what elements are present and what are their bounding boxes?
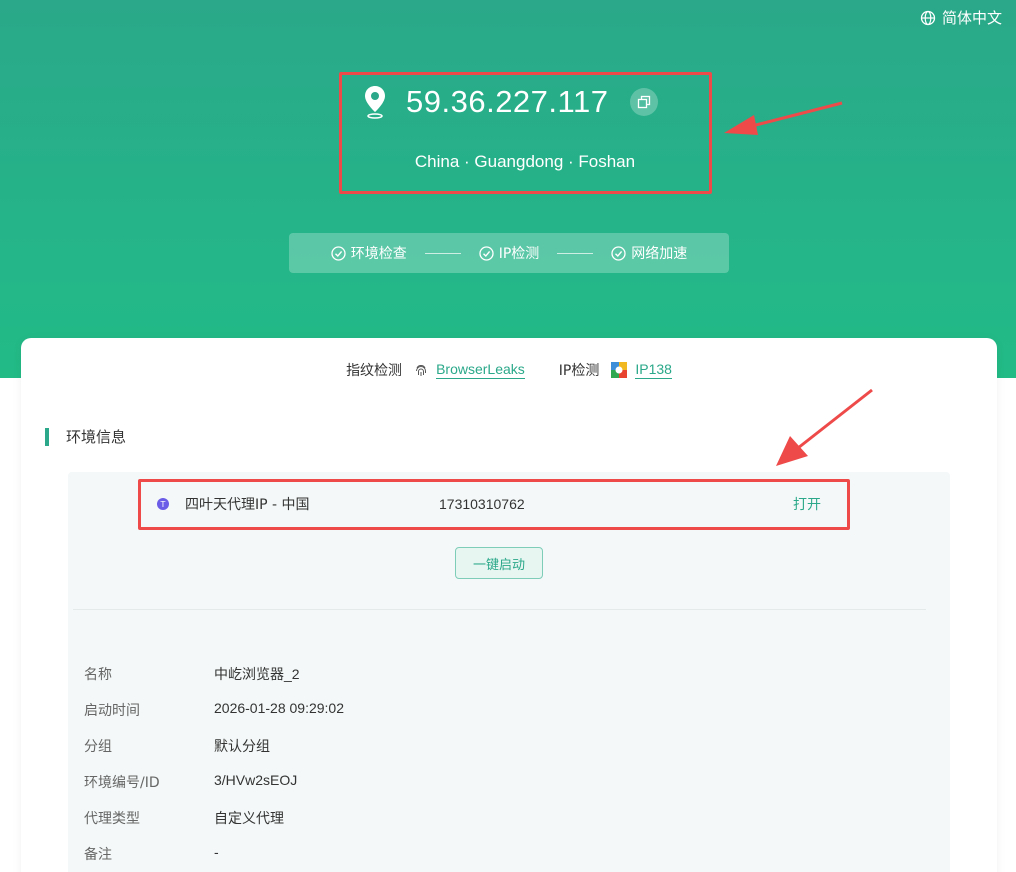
info-value: 3/HVw2sEOJ (214, 772, 298, 788)
ip138-logo-icon (611, 362, 628, 378)
info-key: 环境编号/ID (84, 775, 160, 791)
info-value: 中屹浏览器_2 (214, 666, 300, 682)
check-circle-icon (331, 245, 346, 261)
info-row-proxy-type: 代理类型 自定义代理 (84, 808, 284, 828)
check-steps: 环境检查 IP检测 网络加速 (289, 233, 729, 273)
divider (73, 609, 926, 610)
step-label: IP检测 (498, 246, 540, 262)
check-circle-icon (479, 245, 494, 261)
step-env-check: 环境检查 (331, 243, 407, 263)
info-row-start-time: 启动时间 2026-01-28 09:29:02 (84, 700, 344, 720)
info-value: - (214, 844, 219, 860)
info-key: 启动时间 (84, 703, 140, 719)
info-key: 名称 (84, 667, 112, 683)
annotation-arrow-proxy (776, 388, 873, 466)
detection-links: 指纹检测 BrowserLeaks IP检测 IP138 (21, 360, 997, 380)
info-row-note: 备注 - (84, 844, 219, 864)
info-value: 2026-01-28 09:29:02 (214, 700, 344, 716)
info-key: 备注 (84, 847, 112, 863)
info-value: 自定义代理 (214, 810, 284, 826)
step-label: 网络加速 (631, 246, 688, 262)
section-title: 环境信息 (45, 428, 126, 446)
check-circle-icon (611, 245, 626, 261)
browserleaks-link[interactable]: BrowserLeaks (436, 361, 525, 379)
info-key: 代理类型 (84, 811, 140, 827)
info-value: 默认分组 (214, 738, 270, 754)
annotation-box-proxy (138, 479, 850, 530)
step-ip-check: IP检测 (479, 243, 540, 263)
info-row-group: 分组 默认分组 (84, 736, 270, 756)
info-row-env-id: 环境编号/ID 3/HVw2sEOJ (84, 772, 297, 792)
fingerprint-icon (416, 365, 427, 376)
fingerprint-detect-label: 指纹检测 (346, 363, 403, 379)
language-label: 简体中文 (941, 9, 1002, 27)
step-label: 环境检查 (350, 246, 407, 262)
annotation-arrow-ip (724, 101, 843, 135)
step-divider (557, 252, 594, 254)
ip138-link[interactable]: IP138 (635, 361, 672, 379)
globe-icon (920, 10, 936, 25)
ip-detect-label: IP检测 (558, 363, 600, 379)
language-switcher[interactable]: 简体中文 (920, 7, 1002, 28)
info-key: 分组 (84, 739, 112, 755)
one-click-launch-button[interactable]: 一键启动 (455, 547, 543, 579)
environment-panel: T 四叶天代理IP - 中国 17310310762 打开 一键启动 名称 中屹… (68, 472, 950, 872)
annotation-box-ip (339, 72, 712, 194)
info-row-name: 名称 中屹浏览器_2 (84, 664, 300, 684)
step-divider (424, 252, 461, 254)
step-network-boost: 网络加速 (611, 243, 687, 263)
